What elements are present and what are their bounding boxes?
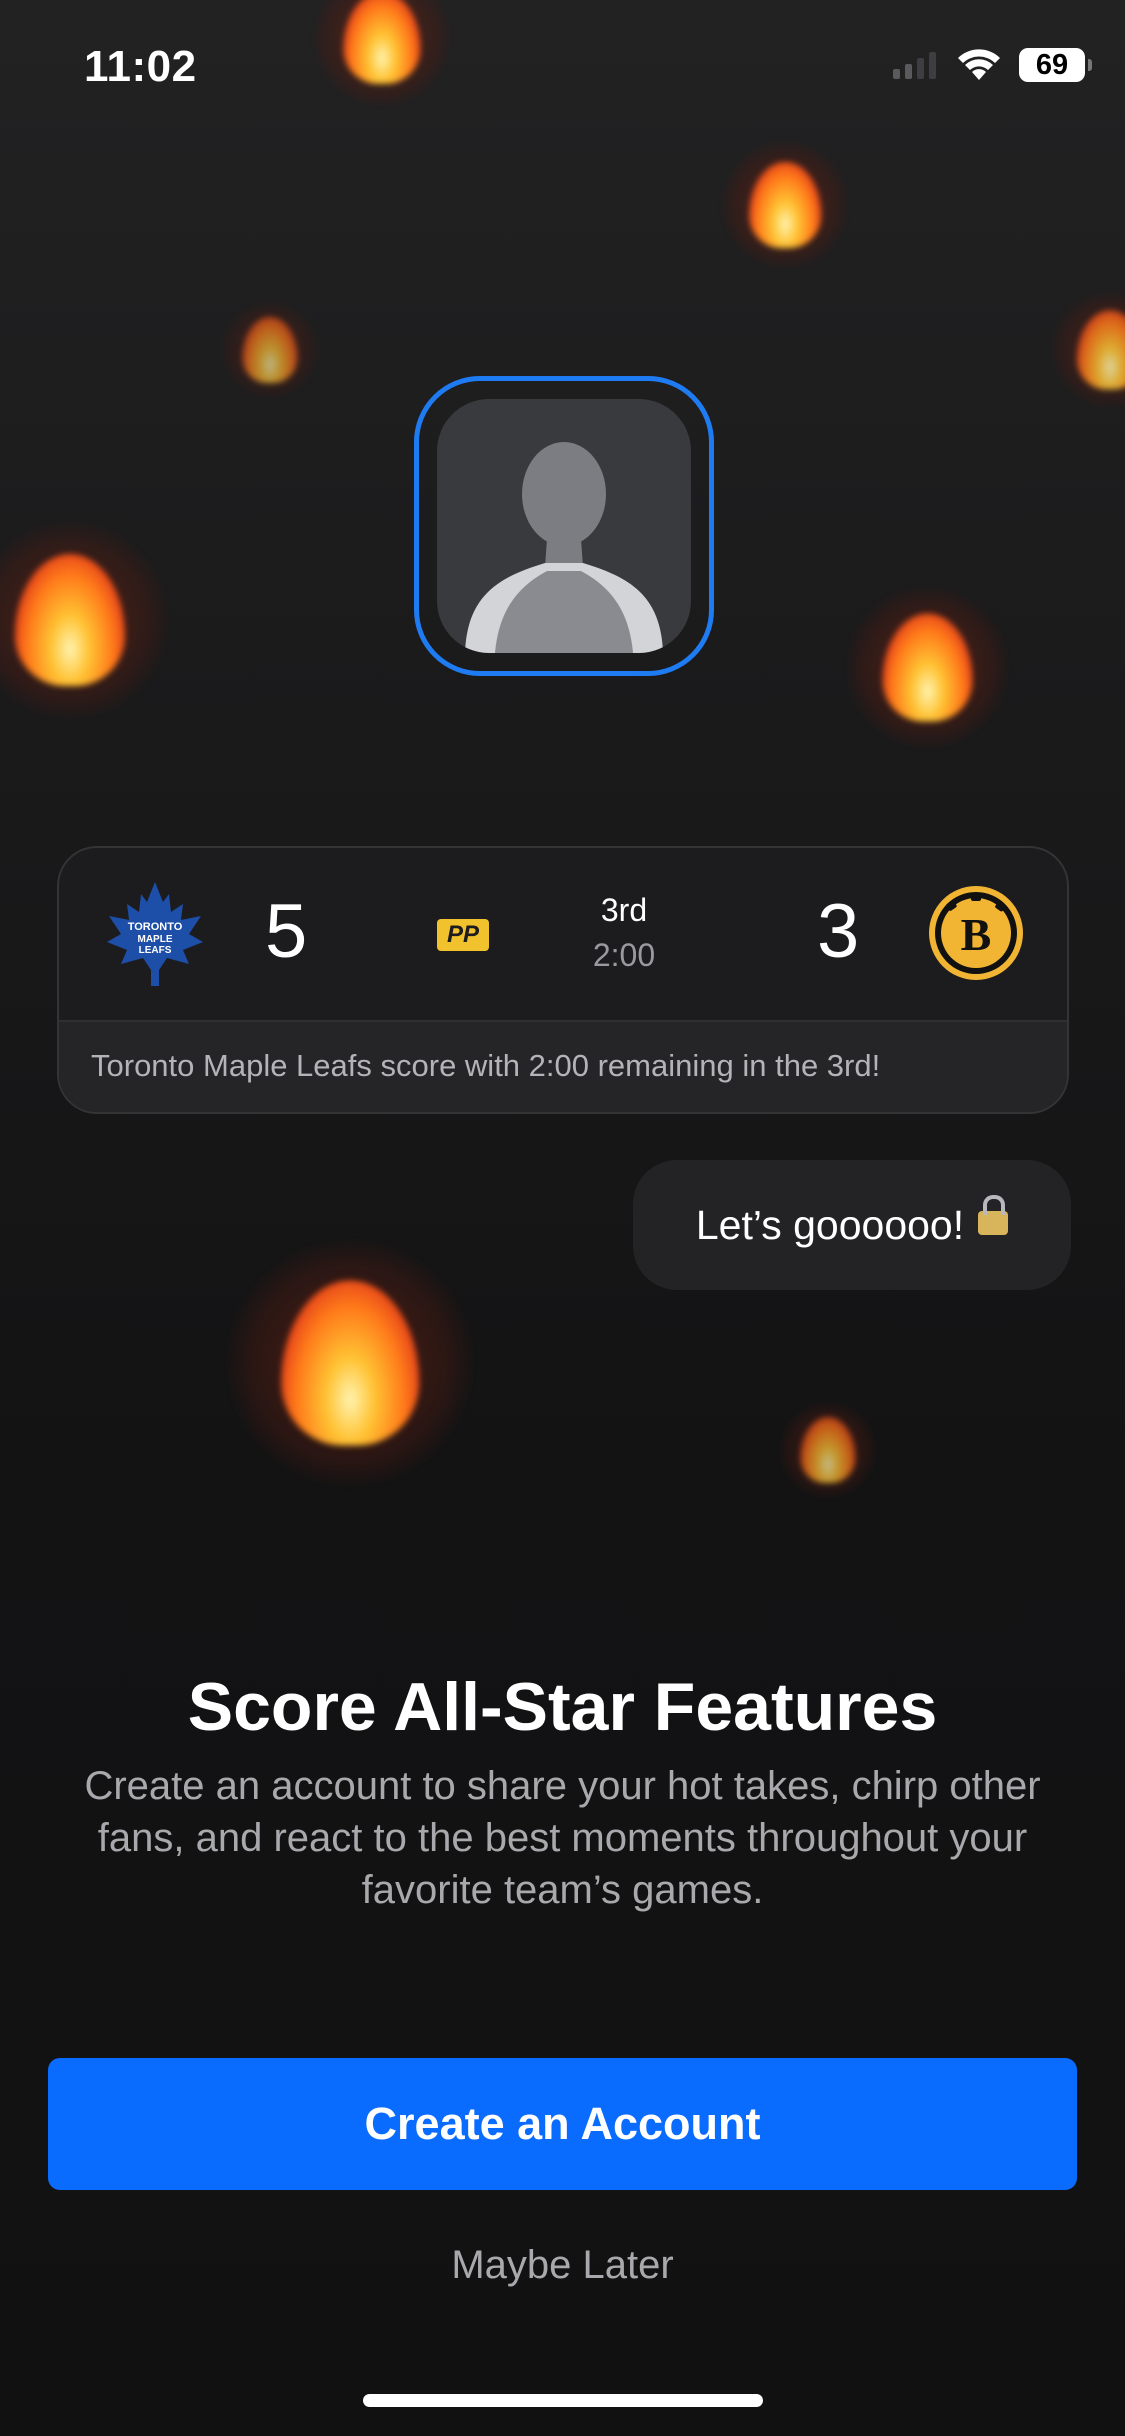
page-title: Score All-Star Features <box>187 1669 938 1745</box>
game-period: 3rd <box>600 892 648 928</box>
lock-icon <box>978 1195 1009 1235</box>
away-score: 3 <box>817 889 860 974</box>
chat-bubble[interactable]: Let’s goooooo! <box>633 1160 1071 1290</box>
signal-icon <box>893 52 936 79</box>
fire-icon <box>0 520 170 720</box>
bruins-logo-icon: B <box>929 886 1023 980</box>
svg-text:MAPLE: MAPLE <box>138 934 173 945</box>
person-silhouette-icon <box>465 442 663 653</box>
wifi-icon <box>958 49 1000 80</box>
fire-icon <box>778 1400 878 1500</box>
fire-icon <box>312 0 452 108</box>
score-row: TORONTO MAPLE LEAFS 5 PP 3rd 2:00 3 B <box>59 848 1067 1020</box>
fire-icon <box>220 300 320 400</box>
svg-text:LEAFS: LEAFS <box>139 945 172 956</box>
svg-text:TORONTO: TORONTO <box>128 921 183 933</box>
score-update-message: Toronto Maple Leafs score with 2:00 rema… <box>91 1048 881 1083</box>
maple-leafs-logo-icon: TORONTO MAPLE LEAFS <box>107 882 203 986</box>
page-description: Create an account to share your hot take… <box>84 1764 1041 1912</box>
status-icons: 69 <box>893 48 1092 82</box>
fire-icon <box>720 140 850 270</box>
power-play-badge: PP <box>437 919 489 951</box>
game-score-card[interactable]: TORONTO MAPLE LEAFS 5 PP 3rd 2:00 3 B To… <box>57 846 1069 1114</box>
battery-icon: 69 <box>1019 48 1092 82</box>
create-account-button[interactable]: Create an Account <box>48 2058 1077 2190</box>
fire-icon <box>225 1238 475 1488</box>
status-time: 11:02 <box>84 42 197 91</box>
chat-bubble-text: Let’s goooooo! <box>695 1201 965 1248</box>
bruins-logo-letter: B <box>961 909 992 960</box>
fire-icon <box>1050 290 1125 410</box>
fire-icon <box>845 585 1010 750</box>
game-clock: 2:00 <box>592 937 656 973</box>
home-indicator[interactable] <box>363 2394 763 2407</box>
avatar[interactable] <box>437 399 691 653</box>
maybe-later-button[interactable]: Maybe Later <box>0 2243 1125 2288</box>
score-update-row: Toronto Maple Leafs score with 2:00 rema… <box>59 1020 1067 1112</box>
home-score: 5 <box>265 889 308 974</box>
onboarding-screen: 11:02 69 TORONTO MAPLE LEAFS 5 PP 3rd 2:… <box>0 0 1125 2436</box>
